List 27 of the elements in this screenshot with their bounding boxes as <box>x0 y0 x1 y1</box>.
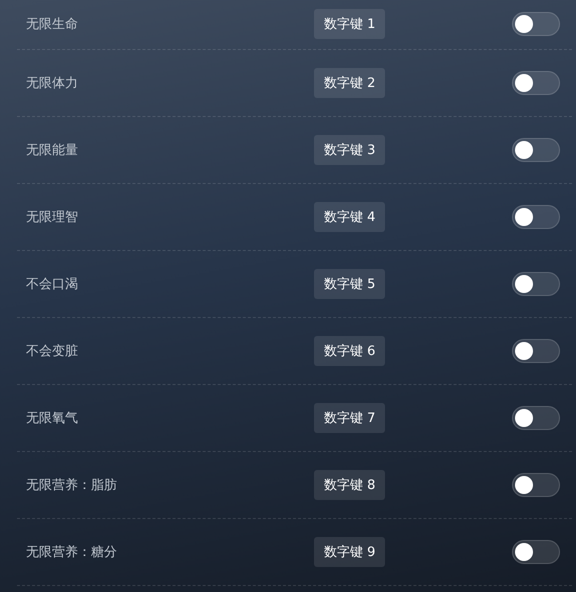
cheat-label: 不会口渴 <box>25 276 79 293</box>
hotkey-badge: 数字键 3 <box>314 135 386 165</box>
cheat-label: 无限体力 <box>25 75 79 92</box>
cheat-label: 不会变脏 <box>25 343 79 360</box>
toggle-switch[interactable] <box>512 272 560 296</box>
toggle-switch[interactable] <box>512 473 560 497</box>
hotkey-badge: 数字键 2 <box>314 68 386 98</box>
cheat-label: 无限营养：糖分 <box>25 544 118 561</box>
cheat-label: 无限能量 <box>25 142 79 159</box>
toggle-switch[interactable] <box>512 138 560 162</box>
toggle-switch[interactable] <box>512 406 560 430</box>
toggle-switch[interactable] <box>512 12 560 36</box>
toggle-switch[interactable] <box>512 71 560 95</box>
toggle-switch[interactable] <box>512 339 560 363</box>
hotkey-badge: 数字键 5 <box>314 269 386 299</box>
toggle-switch[interactable] <box>512 205 560 229</box>
cheat-label: 无限营养：脂肪 <box>25 477 118 494</box>
cheat-label: 无限生命 <box>25 16 79 33</box>
cheat-label: 无限理智 <box>25 209 79 226</box>
cheat-label: 无限氧气 <box>25 410 79 427</box>
hotkey-badge: 数字键 1 <box>314 9 386 39</box>
hotkey-badge: 数字键 6 <box>314 336 386 366</box>
hotkey-badge: 数字键 7 <box>314 403 386 433</box>
hotkey-badge: 数字键 4 <box>314 202 386 232</box>
hotkey-badge: 数字键 9 <box>314 537 386 567</box>
hotkey-badge: 数字键 8 <box>314 470 386 500</box>
toggle-switch[interactable] <box>512 540 560 564</box>
